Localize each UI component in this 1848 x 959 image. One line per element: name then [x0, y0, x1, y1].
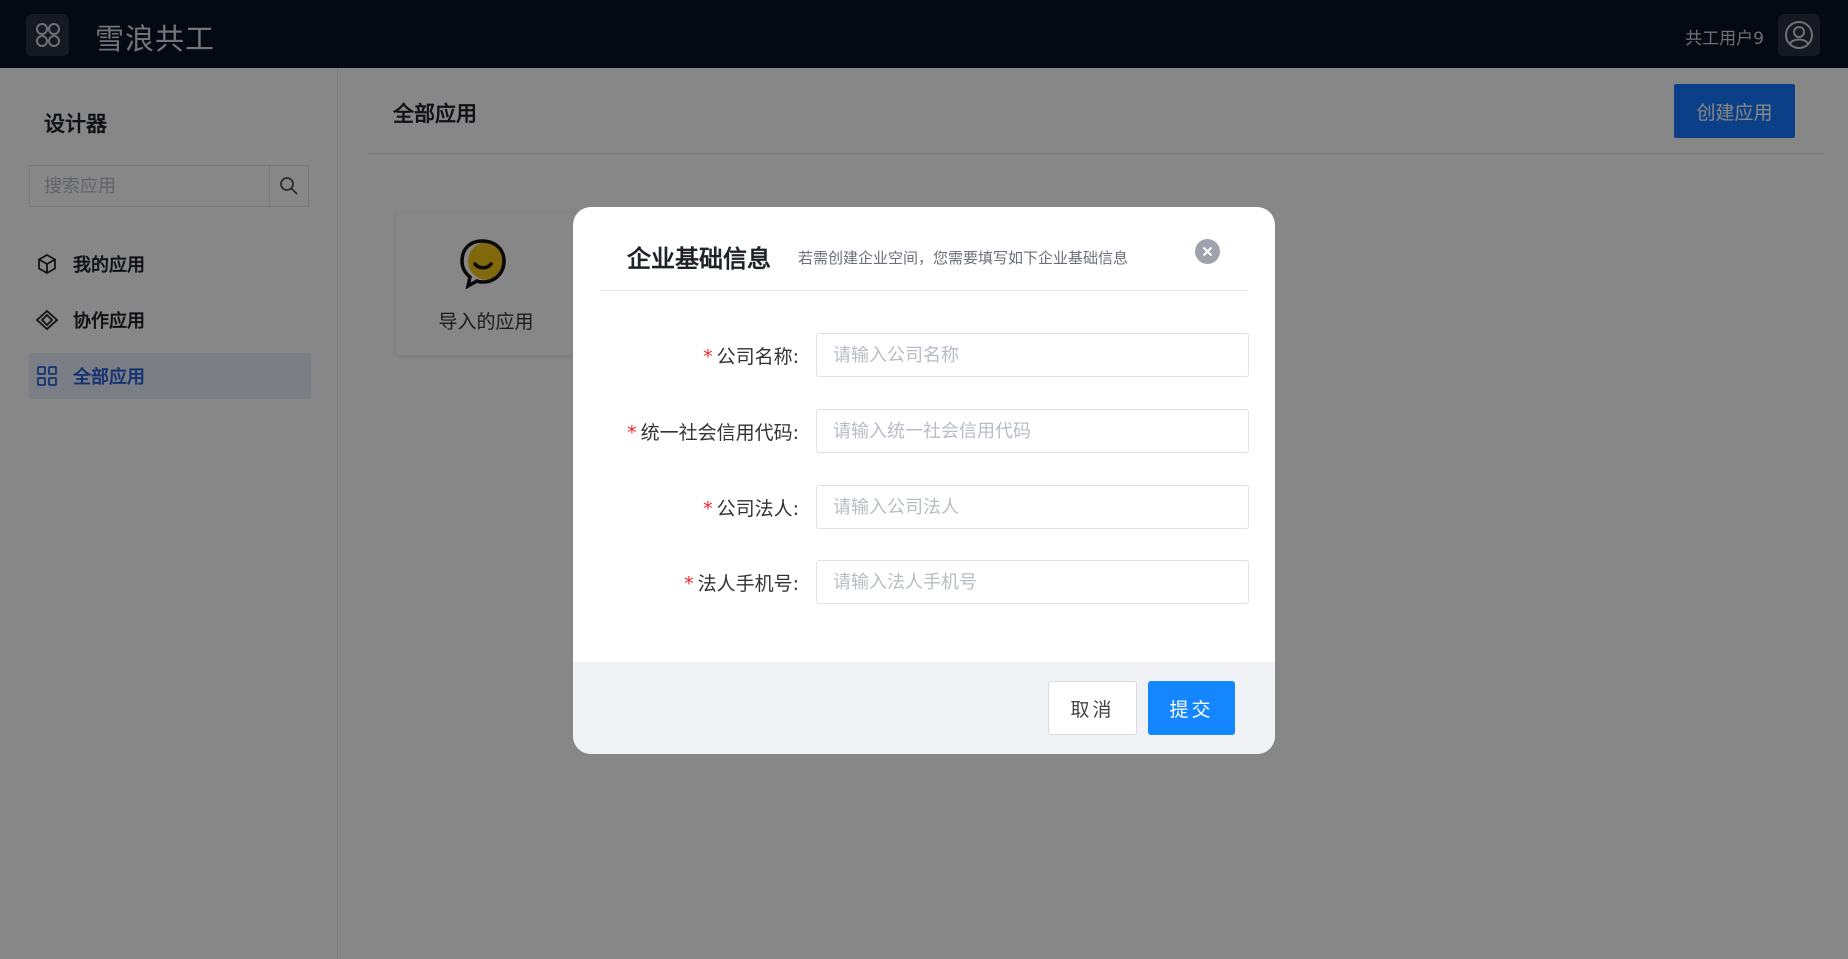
field-label: * 公司名称:: [703, 346, 799, 368]
form-row-legal-person: * 公司法人:: [573, 485, 1275, 529]
modal-title: 企业基础信息: [627, 245, 771, 273]
form-row-legal-phone: * 法人手机号:: [573, 560, 1275, 604]
credit-code-input[interactable]: [816, 409, 1249, 453]
field-label: * 法人手机号:: [684, 573, 799, 595]
required-mark: *: [703, 346, 713, 368]
required-mark: *: [684, 573, 694, 595]
required-mark: *: [703, 498, 713, 520]
form-row-credit-code: * 统一社会信用代码:: [573, 409, 1275, 453]
company-name-input[interactable]: [816, 333, 1249, 377]
modal-subtitle: 若需创建企业空间，您需要填写如下企业基础信息: [798, 249, 1129, 267]
close-icon[interactable]: [1195, 239, 1220, 264]
field-label: * 公司法人:: [703, 498, 799, 520]
divider: [600, 290, 1248, 291]
required-mark: *: [627, 422, 637, 444]
enterprise-info-modal: 企业基础信息 若需创建企业空间，您需要填写如下企业基础信息 *公司名称: *统一…: [573, 207, 1275, 754]
cancel-button[interactable]: 取消: [1048, 681, 1137, 735]
form-row-company-name: * 公司名称:: [573, 333, 1275, 377]
legal-person-input[interactable]: [816, 485, 1249, 529]
legal-phone-input[interactable]: [816, 560, 1249, 604]
submit-button[interactable]: 提交: [1148, 681, 1235, 735]
field-label: * 统一社会信用代码:: [627, 422, 799, 444]
modal-footer: 取消 提交: [573, 662, 1275, 754]
